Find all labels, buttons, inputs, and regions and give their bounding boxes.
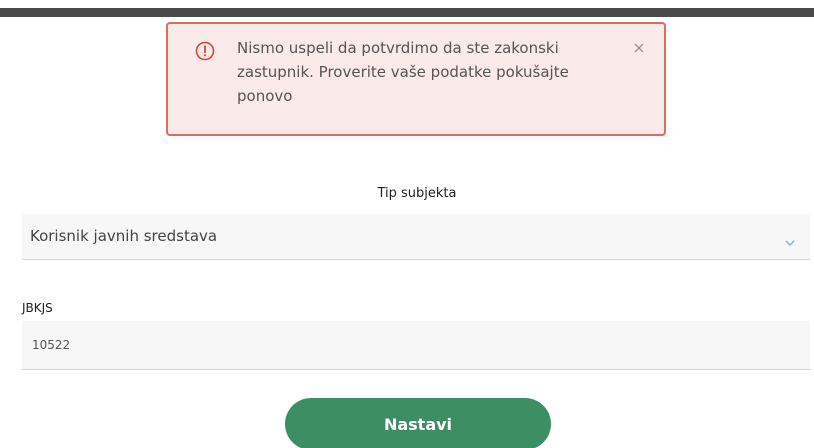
alert-message: Nismo uspeli da potvrdimo da ste zakonsk… bbox=[237, 39, 569, 105]
subject-type-label: Tip subjekta bbox=[377, 186, 457, 201]
top-bar bbox=[0, 8, 814, 17]
subject-type-select[interactable]: Korisnik javnih sredstava bbox=[22, 214, 810, 260]
exclamation-circle-icon bbox=[195, 41, 215, 61]
jbkjs-input[interactable] bbox=[22, 321, 810, 370]
page: Nismo uspeli da potvrdimo da ste zakonsk… bbox=[0, 0, 814, 448]
chevron-down-icon bbox=[784, 232, 796, 246]
subject-type-value: Korisnik javnih sredstava bbox=[30, 227, 218, 245]
continue-button[interactable]: Nastavi bbox=[285, 398, 551, 448]
error-alert: Nismo uspeli da potvrdimo da ste zakonsk… bbox=[166, 22, 666, 136]
close-icon[interactable] bbox=[631, 40, 647, 56]
jbkjs-label: JBKJS bbox=[22, 301, 53, 315]
